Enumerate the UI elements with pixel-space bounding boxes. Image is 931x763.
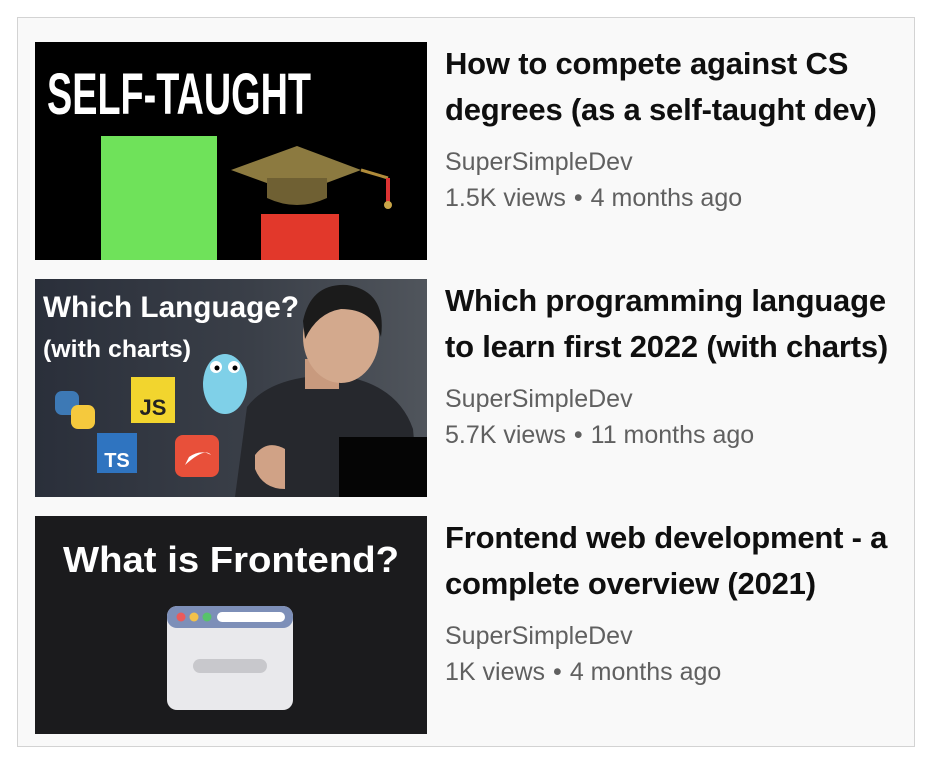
- video-info: Frontend web development - a complete ov…: [445, 516, 905, 691]
- separator-dot: •: [553, 658, 562, 686]
- video-meta: 5.7K views • 11 months ago: [445, 416, 905, 454]
- gopher-icon: [203, 354, 247, 414]
- video-meta: 1K views • 4 months ago: [445, 653, 905, 691]
- video-item[interactable]: Which Language? (with charts) JS TS Whic…: [35, 279, 905, 497]
- separator-dot: •: [573, 184, 583, 212]
- upload-age: 4 months ago: [569, 658, 722, 686]
- video-thumbnail[interactable]: Which Language? (with charts) JS TS: [35, 279, 427, 497]
- video-title[interactable]: Which programming language to learn firs…: [445, 278, 905, 370]
- view-count: 5.7K views: [445, 421, 566, 449]
- browser-window-icon: [167, 606, 293, 710]
- video-item[interactable]: SELF-TAUGHT How to compete against CS de…: [35, 42, 905, 260]
- svg-text:JS: JS: [140, 395, 167, 420]
- thumbnail-subtext: (with charts): [43, 336, 191, 363]
- thumbnail-text: What is Frontend?: [63, 539, 399, 580]
- video-info: How to compete against CS degrees (as a …: [445, 42, 905, 217]
- thumbnail-text: SELF-TAUGHT: [47, 62, 311, 127]
- video-meta: 1.5K views • 4 months ago: [445, 179, 905, 217]
- video-title[interactable]: How to compete against CS degrees (as a …: [445, 41, 905, 133]
- js-icon: JS: [131, 377, 175, 423]
- upload-age: 4 months ago: [590, 184, 743, 212]
- svg-text:TS: TS: [104, 450, 130, 472]
- video-thumbnail[interactable]: SELF-TAUGHT: [35, 42, 427, 260]
- ts-icon: TS: [97, 433, 137, 473]
- red-bar: [261, 214, 339, 260]
- video-item[interactable]: What is Frontend? Frontend web developme…: [35, 516, 905, 734]
- thumbnail-which-language: Which Language? (with charts) JS TS: [35, 279, 427, 497]
- thumbnail-text: Which Language?: [43, 291, 299, 324]
- green-bar: [101, 136, 217, 260]
- view-count: 1.5K views: [445, 184, 566, 212]
- video-info: Which programming language to learn firs…: [445, 279, 905, 454]
- thumbnail-frontend: What is Frontend?: [35, 516, 427, 734]
- upload-age: 11 months ago: [590, 421, 755, 449]
- separator-dot: •: [573, 421, 583, 449]
- channel-name[interactable]: SuperSimpleDev: [445, 145, 905, 179]
- blackout-box: [339, 437, 427, 497]
- view-count: 1K views: [445, 658, 546, 686]
- swift-icon: [175, 435, 219, 477]
- related-videos-panel: SELF-TAUGHT How to compete against CS de…: [17, 17, 915, 747]
- video-title[interactable]: Frontend web development - a complete ov…: [445, 515, 905, 607]
- thumbnail-self-taught: SELF-TAUGHT: [35, 42, 427, 260]
- video-thumbnail[interactable]: What is Frontend?: [35, 516, 427, 734]
- channel-name[interactable]: SuperSimpleDev: [445, 382, 905, 416]
- channel-name[interactable]: SuperSimpleDev: [445, 619, 905, 653]
